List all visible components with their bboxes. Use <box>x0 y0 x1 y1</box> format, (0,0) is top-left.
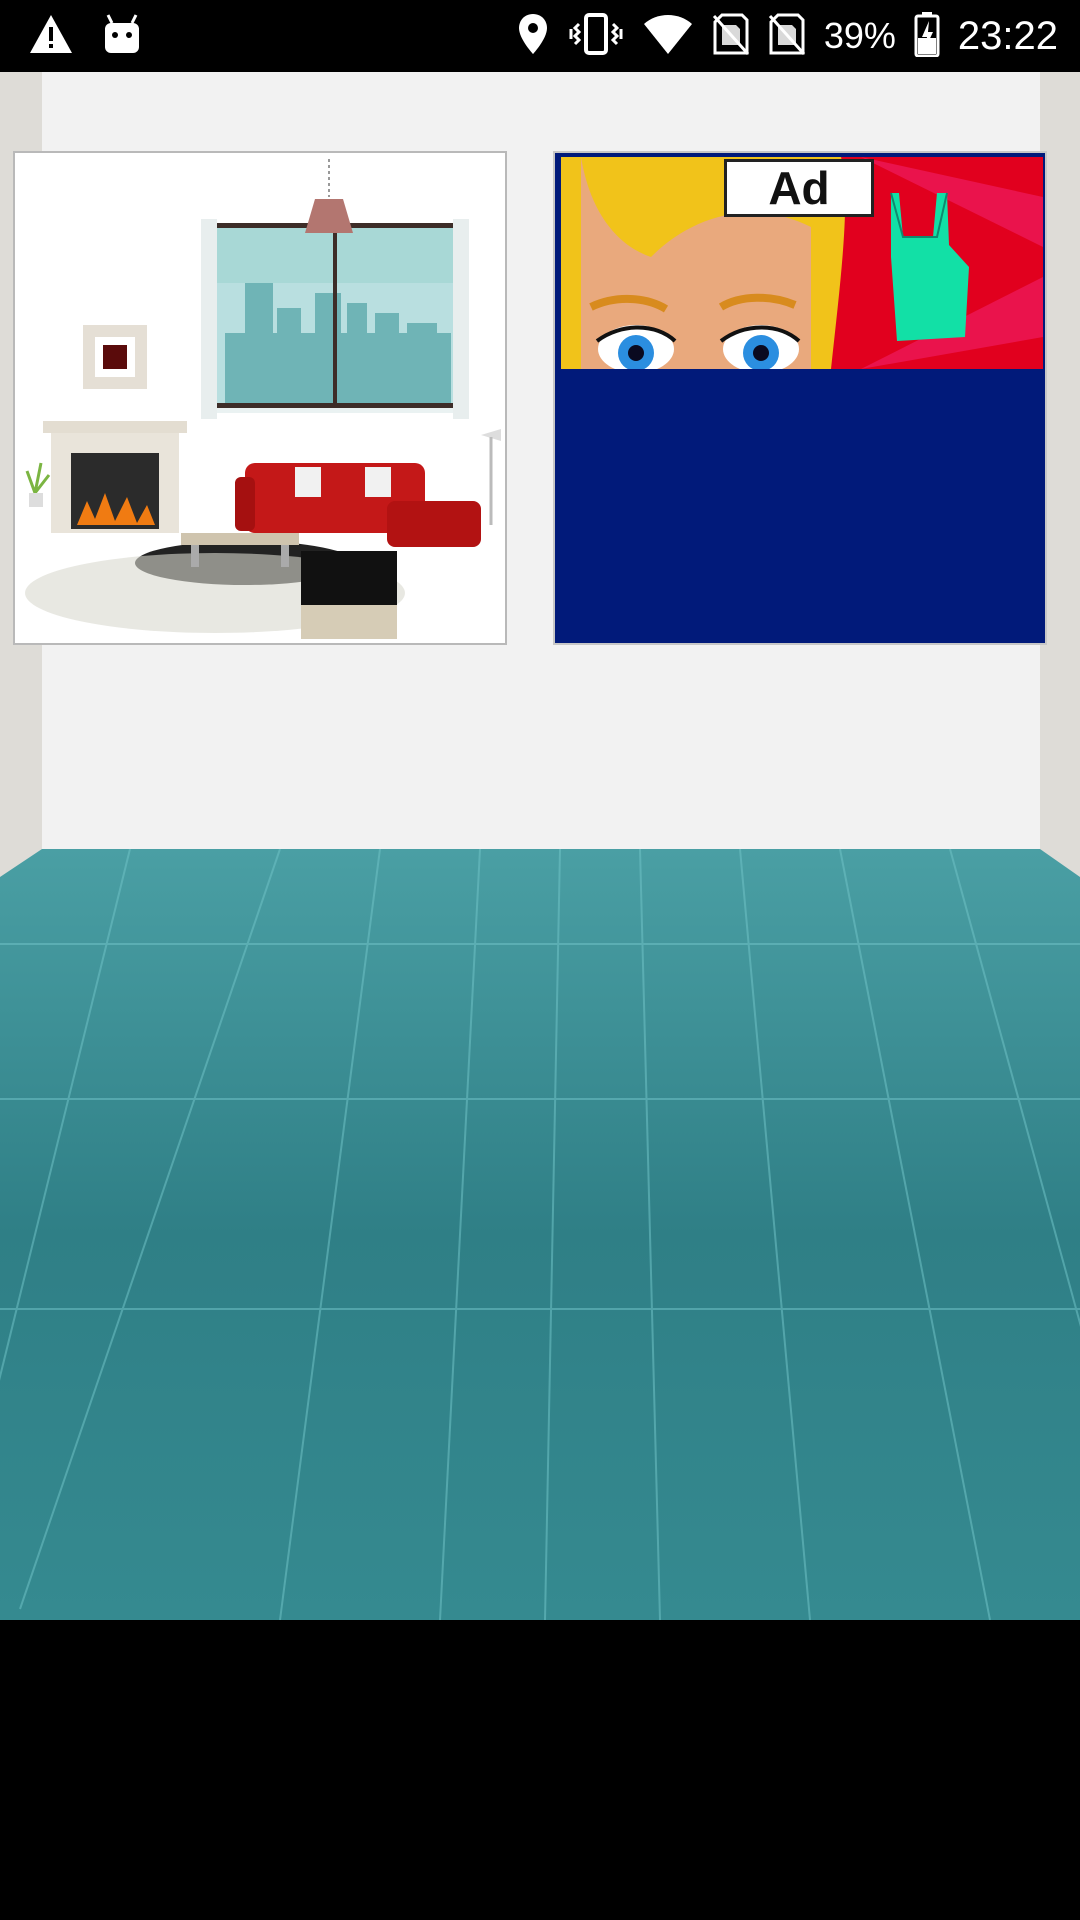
living-room-scene-icon <box>25 159 501 639</box>
ad-banner[interactable]: Ad <box>561 157 1043 369</box>
android-debug-icon <box>102 13 142 60</box>
battery-percent: 39% <box>823 15 896 56</box>
status-bar-left <box>28 12 142 60</box>
ad-badge: Ad <box>724 159 874 217</box>
battery-charging-icon <box>914 11 940 62</box>
status-bar-right: 39% 23:22 <box>516 10 1058 62</box>
warning-icon <box>28 13 74 60</box>
vibrate-icon <box>568 12 624 61</box>
status-bar: 39% 23:22 <box>0 0 1080 72</box>
ad-thumbnail[interactable]: Ad <box>553 151 1047 645</box>
wifi-icon <box>642 12 694 61</box>
room-floor <box>0 848 1080 1620</box>
no-sim-icon <box>712 12 750 61</box>
room-scene: Ad <box>0 72 1080 1620</box>
bottom-black-area <box>0 1620 1080 1920</box>
location-icon <box>516 12 550 61</box>
clock: 23:22 <box>957 14 1058 58</box>
room-thumbnail[interactable] <box>13 151 507 645</box>
no-sim-icon <box>768 12 806 61</box>
